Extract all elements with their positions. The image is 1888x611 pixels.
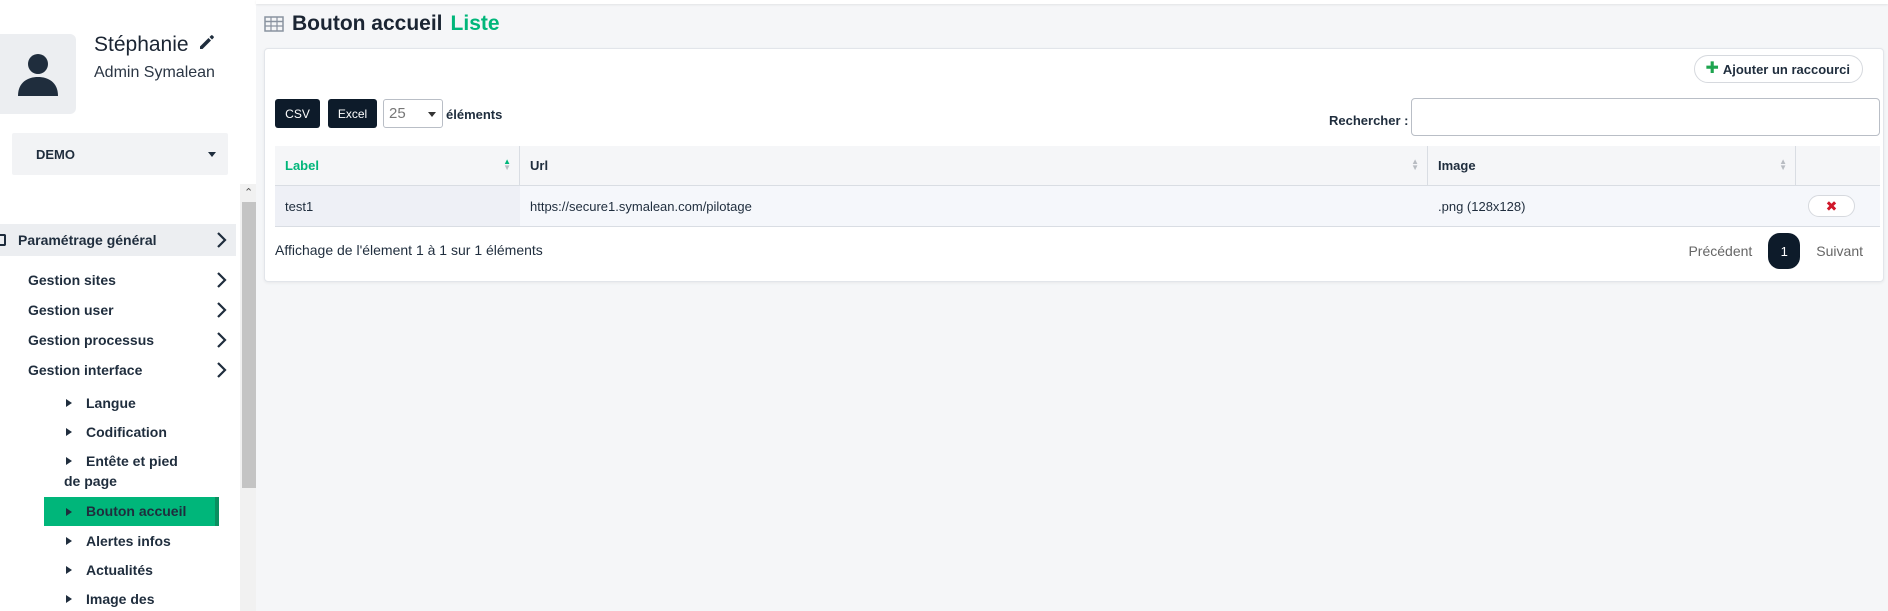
delete-button[interactable]: ✖ (1808, 195, 1855, 217)
page-button-current[interactable]: 1 (1768, 233, 1801, 269)
menu-item-label: Gestion interface (28, 362, 143, 378)
menu-item-label: Gestion sites (28, 272, 116, 288)
menu-section-parametrage[interactable]: Paramétrage général (0, 224, 236, 256)
table-icon (264, 16, 284, 32)
sidebar-item-codification[interactable]: Codification (44, 422, 219, 442)
sidebar-item-entete[interactable]: Entête et pied de page (44, 451, 194, 491)
sub-item-label: Image des (86, 591, 155, 607)
user-profile: Stéphanie Admin Symalean (0, 22, 256, 122)
list-card: ✚ Ajouter un raccourci CSV Excel 25 élém… (264, 48, 1884, 282)
page-length-value: 25 (389, 105, 406, 122)
previous-page-button[interactable]: Précédent (1688, 243, 1752, 259)
table-info: Affichage de l'élement 1 à 1 sur 1 éléme… (275, 242, 543, 258)
column-title: Label (285, 158, 319, 173)
sort-icon: ▲ ▼ (1779, 157, 1787, 172)
menu-item-gestion-sites[interactable]: Gestion sites (28, 267, 228, 293)
search-input[interactable] (1411, 98, 1880, 136)
sub-item-label: Bouton accueil (86, 503, 187, 519)
sidebar-item-image-des[interactable]: Image des (44, 589, 219, 609)
sub-item-label: Codification (86, 424, 167, 440)
column-title: Image (1438, 158, 1476, 173)
column-header-image[interactable]: Image ▲ ▼ (1428, 146, 1796, 185)
site-select-value: DEMO (36, 146, 75, 162)
profile-role: Admin Symalean (94, 64, 215, 81)
sort-icon: ▲ ▼ (503, 157, 511, 172)
page-length-label: éléments (446, 107, 503, 122)
add-shortcut-button[interactable]: ✚ Ajouter un raccourci (1694, 55, 1863, 83)
close-icon: ✖ (1825, 197, 1838, 214)
page-length-select[interactable]: 25 (383, 99, 443, 128)
menu-section-label: Paramétrage général (18, 232, 157, 248)
caret-right-icon (66, 457, 72, 465)
sort-icon: ▲ ▼ (1411, 157, 1419, 172)
plus-icon: ✚ (1705, 60, 1719, 77)
chevron-right-icon (217, 232, 227, 248)
sub-item-label: Actualités (86, 562, 153, 578)
sidebar: Stéphanie Admin Symalean DEMO Paramétrag… (0, 0, 256, 611)
chevron-right-icon (217, 362, 227, 378)
menu-item-label: Gestion processus (28, 332, 155, 348)
column-header-url[interactable]: Url ▲ ▼ (520, 146, 1428, 185)
chevron-right-icon (217, 332, 227, 348)
caret-right-icon (66, 537, 72, 545)
column-header-actions (1796, 146, 1880, 185)
pencil-icon[interactable] (197, 32, 217, 58)
sidebar-item-bouton-accueil[interactable]: Bouton accueil (44, 497, 219, 526)
chevron-right-icon (217, 272, 227, 288)
cell-url: https://secure1.symalean.com/pilotage (530, 198, 752, 214)
sub-item-label: Alertes infos (86, 533, 171, 549)
cell-actions: ✖ (1796, 186, 1880, 226)
table-row: test1 https://secure1.symalean.com/pilot… (275, 186, 1880, 227)
menu-item-gestion-processus[interactable]: Gestion processus (28, 327, 228, 353)
menu-item-label: Gestion user (28, 302, 114, 318)
menu-item-gestion-user[interactable]: Gestion user (28, 297, 228, 323)
caret-right-icon (66, 566, 72, 574)
csv-button[interactable]: CSV (275, 99, 320, 128)
caret-right-icon (66, 595, 72, 603)
page-title: Bouton accueil Liste (264, 12, 500, 36)
scrollbar-thumb[interactable] (242, 202, 256, 488)
search-label: Rechercher : (1329, 113, 1409, 128)
pagination: Précédent 1 Suivant (1688, 233, 1863, 269)
chevron-right-icon (217, 302, 227, 318)
site-select[interactable]: DEMO (12, 133, 228, 175)
user-icon (18, 54, 58, 96)
caret-right-icon (66, 508, 72, 516)
topbar (256, 0, 1888, 4)
table-header: Label ▲ ▼ Url ▲ ▼ Image ▲ ▼ (275, 146, 1880, 186)
sidebar-item-alertes-infos[interactable]: Alertes infos (44, 531, 219, 551)
cell-label: test1 (275, 186, 520, 226)
add-shortcut-label: Ajouter un raccourci (1722, 61, 1850, 77)
column-title: Url (530, 158, 549, 173)
chevron-down-icon (428, 112, 436, 117)
shortcuts-table: Label ▲ ▼ Url ▲ ▼ Image ▲ ▼ test1 https://s… (275, 146, 1880, 227)
next-page-button[interactable]: Suivant (1816, 243, 1863, 259)
chevron-up-icon[interactable]: ⌃ (244, 188, 253, 199)
page-title-main: Bouton accueil (292, 12, 443, 35)
column-header-label[interactable]: Label ▲ ▼ (275, 146, 520, 185)
sidebar-item-actualites[interactable]: Actualités (44, 560, 219, 580)
page-title-accent: Liste (450, 12, 500, 35)
profile-name-row: Stéphanie (94, 32, 217, 58)
caret-down-icon (208, 151, 216, 157)
caret-right-icon (66, 428, 72, 436)
caret-right-icon (66, 399, 72, 407)
menu-item-gestion-interface[interactable]: Gestion interface (28, 357, 228, 383)
sidebar-item-langue[interactable]: Langue (44, 393, 219, 413)
book-icon (0, 234, 6, 246)
avatar[interactable] (0, 34, 76, 114)
profile-name: Stéphanie (94, 33, 189, 56)
excel-button[interactable]: Excel (328, 99, 377, 128)
sidebar-scrollbar[interactable]: ⌃ (240, 184, 256, 611)
excel-label: Excel (337, 106, 368, 121)
sub-item-label: Langue (86, 395, 136, 411)
cell-image: .png (128x128) (1438, 198, 1526, 214)
csv-label: CSV (285, 106, 310, 121)
